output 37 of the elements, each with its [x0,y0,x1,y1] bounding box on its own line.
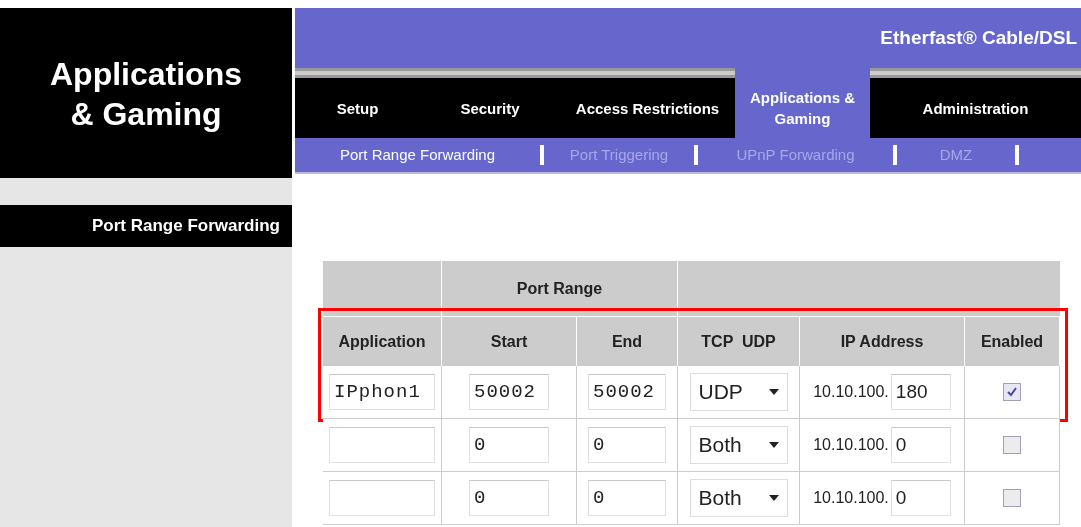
column-header: IP Address [840,331,924,352]
text-field[interactable]: 0 [890,427,951,463]
ip-prefix: 10.10.100. [813,435,889,455]
section-title: Applications & Gaming [49,55,243,134]
protocol-dropdown[interactable]: Both [689,426,788,464]
column-header: Application [338,331,426,352]
text-field[interactable]: 0 [588,480,666,516]
column-group-header: Port Range [516,278,603,299]
caret-icon [768,442,779,448]
text-field[interactable]: 0 [890,480,951,516]
column-header: TCP UDP [701,331,776,352]
ip-prefix: 10.10.100. [813,382,889,402]
text-field[interactable]: 0 [469,480,549,516]
text-field[interactable]: 50002 [469,374,549,410]
checkbox[interactable] [1003,489,1021,507]
checkbox[interactable] [1003,436,1021,454]
sub-tab-link[interactable]: Port Range Forwarding [295,143,540,167]
text-field[interactable]: IPphon1 [329,374,435,410]
caret-icon [768,495,779,501]
caret-icon [768,389,779,395]
checkbox[interactable] [1003,383,1021,401]
protocol-dropdown[interactable]: UDP [689,373,788,411]
text-field[interactable]: 50002 [588,374,666,410]
product-name: Etherfast® Cable/DSL [880,25,1077,50]
sidebar-label: Port Range Forwarding [92,215,280,238]
check-icon [1006,386,1018,398]
column-header: End [611,331,643,352]
column-header: Enabled [980,331,1044,352]
text-field[interactable]: 0 [588,427,666,463]
text-field[interactable]: 180 [890,374,951,410]
text-field[interactable]: 0 [469,427,549,463]
text-field[interactable] [329,427,435,463]
ip-prefix: 10.10.100. [813,488,889,508]
text-field[interactable] [329,480,435,516]
column-header: Start [490,331,528,352]
protocol-dropdown[interactable]: Both [689,479,788,517]
nav-tab[interactable]: Applications & Gaming [735,78,870,138]
